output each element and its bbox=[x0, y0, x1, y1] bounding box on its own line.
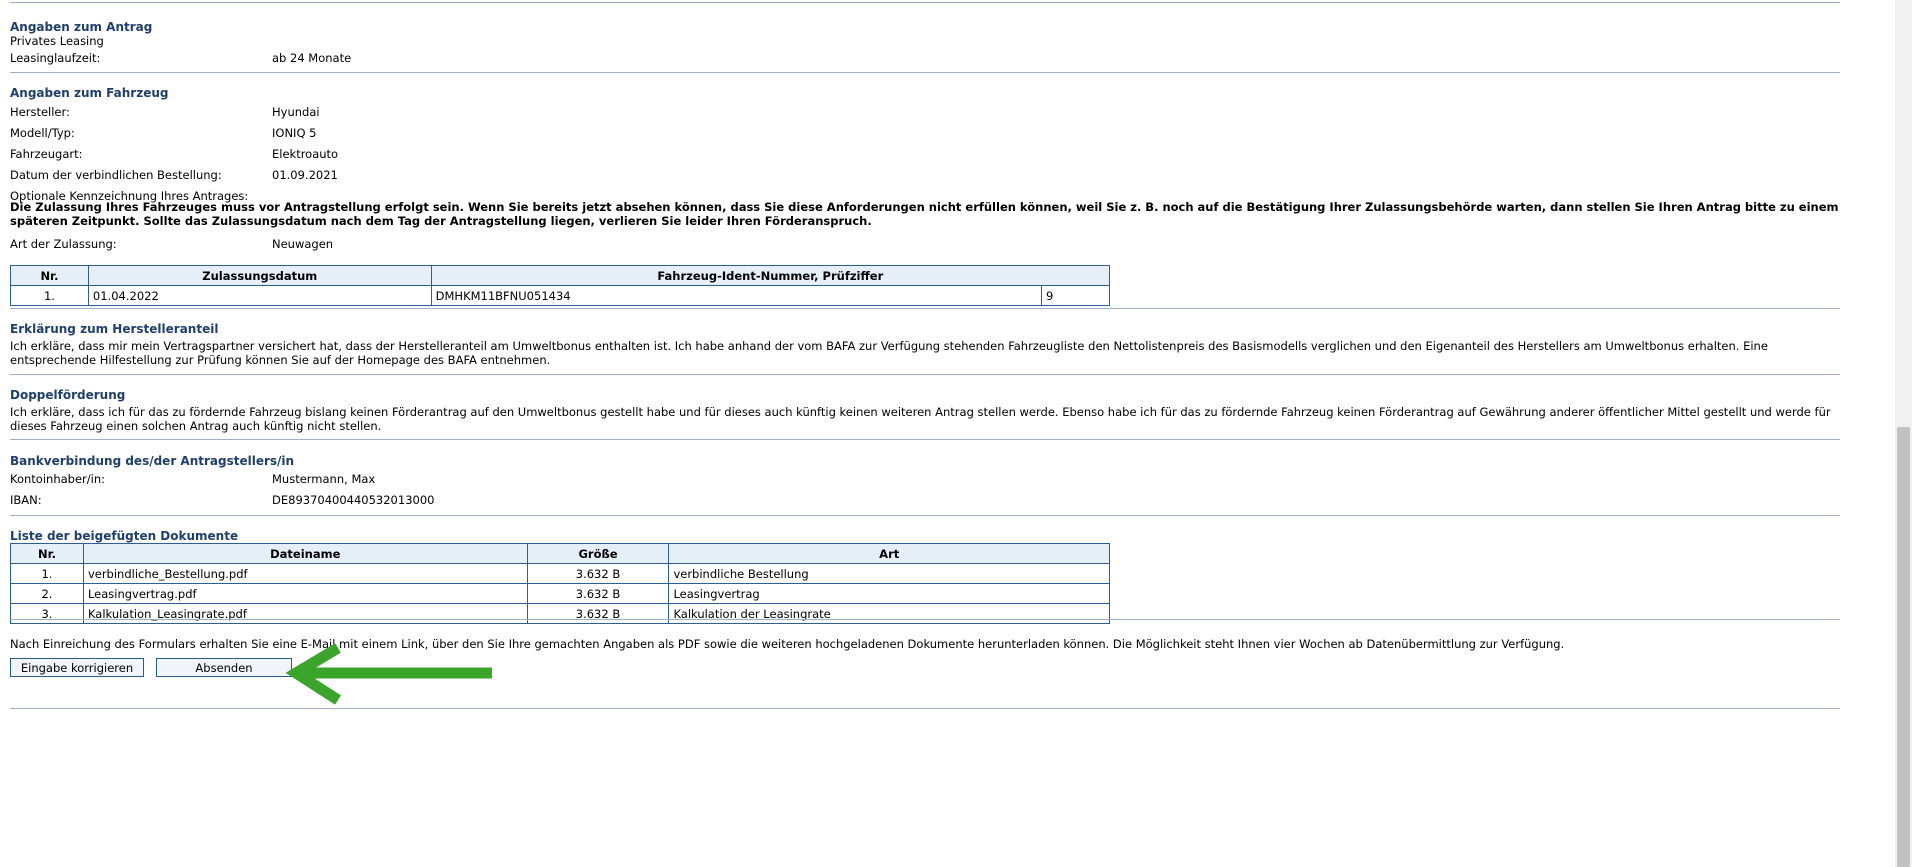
dokumente-table: Nr. Dateiname Größe Art 1. verbindliche_… bbox=[10, 543, 1110, 624]
divider bbox=[10, 72, 1840, 73]
cell-art: Kalkulation der Leasingrate bbox=[668, 603, 1110, 624]
fahrzeugart-value: Elektroauto bbox=[272, 147, 339, 161]
herstelleranteil-text: Ich erkläre, dass mir mein Vertragspartn… bbox=[10, 339, 1768, 367]
correct-input-button[interactable]: Eingabe korrigieren bbox=[10, 658, 144, 677]
cell-groesse: 3.632 B bbox=[526, 563, 670, 584]
section-title-antrag: Angaben zum Antrag bbox=[10, 20, 153, 34]
scrollbar-thumb[interactable] bbox=[1897, 427, 1910, 867]
bestelldatum-value: 01.09.2021 bbox=[272, 168, 338, 182]
table-row: 2. Leasingvertrag.pdf 3.632 B Leasingver… bbox=[10, 583, 1110, 604]
column-header-art: Art bbox=[668, 543, 1110, 564]
cell-nr: 2. bbox=[10, 583, 84, 604]
column-header-groesse: Größe bbox=[526, 543, 670, 564]
divider bbox=[10, 2, 1840, 3]
submit-button[interactable]: Absenden bbox=[156, 658, 292, 677]
divider bbox=[10, 439, 1840, 440]
column-header-nr: Nr. bbox=[10, 543, 84, 564]
section-title-herstelleranteil: Erklärung zum Herstelleranteil bbox=[10, 322, 219, 336]
divider bbox=[10, 308, 1840, 309]
modell-label: Modell/Typ: bbox=[10, 126, 75, 140]
section-title-bank: Bankverbindung des/der Antragstellers/in bbox=[10, 454, 295, 468]
bestelldatum-label: Datum der verbindlichen Bestellung: bbox=[10, 168, 222, 182]
section-title-fahrzeug: Angaben zum Fahrzeug bbox=[10, 86, 169, 100]
divider bbox=[10, 374, 1840, 375]
cell-dateiname: Leasingvertrag.pdf bbox=[82, 583, 528, 604]
cell-groesse: 3.632 B bbox=[526, 583, 670, 604]
section-title-dokumente: Liste der beigefügten Dokumente bbox=[10, 529, 239, 543]
zulassung-art-label: Art der Zulassung: bbox=[10, 237, 117, 251]
cell-nr: 1. bbox=[10, 563, 84, 584]
laufzeit-value: ab 24 Monate bbox=[272, 51, 352, 65]
footer-note: Nach Einreichung des Formulars erhalten … bbox=[10, 637, 1565, 651]
cell-groesse: 3.632 B bbox=[526, 603, 670, 624]
cell-dateiname: Kalkulation_Leasingrate.pdf bbox=[82, 603, 528, 624]
cell-zulassungsdatum: 01.04.2022 bbox=[87, 285, 432, 306]
doppelfoerderung-text: Ich erkläre, dass ich für das zu fördern… bbox=[10, 405, 1831, 433]
table-header-row: Nr. Dateiname Größe Art bbox=[10, 543, 1110, 564]
zulassung-table: Nr. Zulassungsdatum Fahrzeug-Ident-Numme… bbox=[10, 265, 1111, 306]
cell-nr: 1. bbox=[10, 285, 89, 306]
column-header-zulassungsdatum: Zulassungsdatum bbox=[87, 265, 432, 286]
zulassung-warning: Die Zulassung Ihres Fahrzeuges muss vor … bbox=[10, 200, 1839, 228]
cell-nr: 3. bbox=[10, 603, 84, 624]
cell-art: Leasingvertrag bbox=[668, 583, 1110, 604]
kontoinhaber-label: Kontoinhaber/in: bbox=[10, 472, 105, 486]
hersteller-label: Hersteller: bbox=[10, 105, 70, 119]
divider bbox=[10, 619, 1840, 620]
cell-pruefziffer: 9 bbox=[1041, 285, 1110, 306]
modell-value: IONIQ 5 bbox=[272, 126, 317, 140]
table-row: 1. verbindliche_Bestellung.pdf 3.632 B v… bbox=[10, 563, 1110, 584]
column-header-fin: Fahrzeug-Ident-Nummer, Prüfziffer bbox=[430, 265, 1111, 286]
iban-value: DE89370400440532013000 bbox=[272, 493, 435, 507]
iban-label: IBAN: bbox=[10, 493, 42, 507]
kontoinhaber-value: Mustermann, Max bbox=[272, 472, 376, 486]
leasing-type: Privates Leasing bbox=[10, 34, 104, 48]
column-header-nr: Nr. bbox=[10, 265, 89, 286]
divider bbox=[10, 515, 1840, 516]
fahrzeugart-label: Fahrzeugart: bbox=[10, 147, 83, 161]
cell-art: verbindliche Bestellung bbox=[668, 563, 1110, 584]
column-header-dateiname: Dateiname bbox=[82, 543, 528, 564]
table-row: 3. Kalkulation_Leasingrate.pdf 3.632 B K… bbox=[10, 603, 1110, 624]
divider bbox=[10, 708, 1840, 709]
table-row: 1. 01.04.2022 DMHKM11BFNU051434 9 bbox=[10, 285, 1110, 306]
hersteller-value: Hyundai bbox=[272, 105, 320, 119]
section-title-doppelfoerderung: Doppelförderung bbox=[10, 388, 126, 402]
cell-dateiname: verbindliche_Bestellung.pdf bbox=[82, 563, 528, 584]
laufzeit-label: Leasinglaufzeit: bbox=[10, 51, 101, 65]
cell-fin: DMHKM11BFNU051434 bbox=[430, 285, 1043, 306]
table-header-row: Nr. Zulassungsdatum Fahrzeug-Ident-Numme… bbox=[10, 265, 1111, 286]
zulassung-art-value: Neuwagen bbox=[272, 237, 334, 251]
